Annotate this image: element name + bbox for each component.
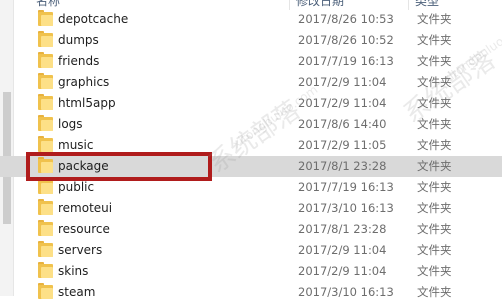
file-type: 文件夹 (417, 96, 452, 110)
folder-icon (38, 94, 53, 110)
folder-icon (38, 262, 53, 278)
file-date-modified: 2017/2/9 11:04 (298, 96, 387, 110)
folder-icon (38, 241, 53, 257)
file-row[interactable]: friends 2017/7/19 16:13 文件夹 (0, 51, 502, 72)
file-date-modified: 2017/7/19 16:13 (298, 54, 394, 68)
file-type: 文件夹 (417, 12, 452, 26)
file-row[interactable]: depotcache 2017/8/26 10:53 文件夹 (0, 9, 502, 30)
file-name[interactable]: graphics (58, 72, 109, 93)
folder-icon (38, 31, 53, 47)
file-type: 文件夹 (417, 222, 452, 236)
file-name[interactable]: depotcache (58, 9, 128, 30)
file-row[interactable]: html5app 2017/2/9 11:04 文件夹 (0, 93, 502, 114)
file-row[interactable]: logs 2017/8/6 14:40 文件夹 (0, 114, 502, 135)
file-type: 文件夹 (417, 75, 452, 89)
file-type: 文件夹 (417, 201, 452, 215)
file-row[interactable]: skins 2017/2/9 11:04 文件夹 (0, 261, 502, 282)
folder-icon (38, 136, 53, 152)
file-name[interactable]: logs (58, 114, 83, 135)
folder-icon (38, 220, 53, 236)
file-type: 文件夹 (417, 159, 452, 173)
file-type: 文件夹 (417, 33, 452, 47)
file-name[interactable]: html5app (58, 93, 116, 114)
file-type: 文件夹 (417, 243, 452, 257)
file-name[interactable]: friends (58, 51, 99, 72)
file-name[interactable]: skins (58, 261, 88, 282)
file-date-modified: 2017/3/10 16:13 (298, 201, 394, 215)
file-name[interactable]: servers (58, 240, 102, 261)
file-date-modified: 2017/2/9 11:04 (298, 243, 387, 257)
file-date-modified: 2017/8/26 10:52 (298, 33, 394, 47)
folder-icon (38, 115, 53, 131)
folder-icon (38, 283, 53, 299)
file-type: 文件夹 (417, 264, 452, 278)
file-date-modified: 2017/7/19 16:13 (298, 180, 394, 194)
file-row[interactable]: dumps 2017/8/26 10:52 文件夹 (0, 30, 502, 51)
folder-icon (38, 178, 53, 194)
folder-icon (38, 52, 53, 68)
file-date-modified: 2017/3/10 16:13 (298, 285, 394, 299)
file-date-modified: 2017/8/6 14:40 (298, 117, 387, 131)
file-row[interactable]: remoteui 2017/3/10 16:13 文件夹 (0, 198, 502, 219)
file-name[interactable]: steam (58, 282, 95, 303)
file-date-modified: 2017/8/1 23:28 (298, 159, 387, 173)
folder-icon (38, 73, 53, 89)
file-row[interactable]: resource 2017/8/1 23:28 文件夹 (0, 219, 502, 240)
file-date-modified: 2017/2/9 11:05 (298, 138, 387, 152)
file-type: 文件夹 (417, 54, 452, 68)
file-name[interactable]: remoteui (58, 198, 112, 219)
file-row[interactable]: servers 2017/2/9 11:04 文件夹 (0, 240, 502, 261)
file-type: 文件夹 (417, 285, 452, 299)
file-date-modified: 2017/2/9 11:04 (298, 75, 387, 89)
folder-icon (38, 199, 53, 215)
file-row[interactable]: graphics 2017/2/9 11:04 文件夹 (0, 72, 502, 93)
file-date-modified: 2017/2/9 11:04 (298, 264, 387, 278)
file-type: 文件夹 (417, 180, 452, 194)
file-name[interactable]: resource (58, 219, 110, 240)
folder-icon (38, 10, 53, 26)
file-date-modified: 2017/8/26 10:53 (298, 12, 394, 26)
file-type: 文件夹 (417, 117, 452, 131)
highlight-annotation-box (26, 152, 212, 181)
file-name[interactable]: dumps (58, 30, 99, 51)
file-row[interactable]: steam 2017/3/10 16:13 文件夹 (0, 282, 502, 303)
file-type: 文件夹 (417, 138, 452, 152)
file-date-modified: 2017/8/1 23:28 (298, 222, 387, 236)
